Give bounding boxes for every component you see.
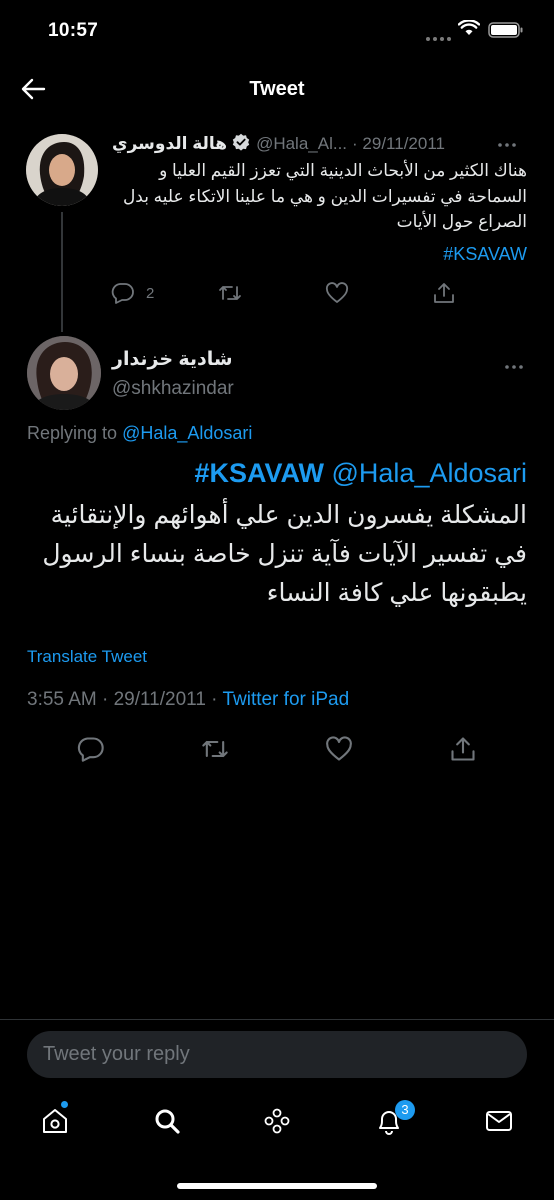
tweet-source-link[interactable]: Twitter for iPad xyxy=(222,689,349,710)
parent-tweet-text: هناك الكثير من الأبحاث الدينية التي تعزز… xyxy=(122,161,527,231)
home-notification-dot xyxy=(61,1101,68,1108)
handle[interactable]: @shkhazindar xyxy=(112,378,234,400)
tweet-meta: 3:55 AM · 29/11/2011 · Twitter for iPad xyxy=(27,689,350,710)
more-options-icon[interactable] xyxy=(504,358,524,376)
spaces-icon[interactable] xyxy=(262,1106,292,1141)
reply-placeholder[interactable]: Tweet your reply xyxy=(43,1043,190,1066)
retweet-icon[interactable] xyxy=(201,736,229,767)
home-indicator xyxy=(177,1183,377,1189)
search-icon[interactable] xyxy=(152,1106,182,1141)
avatar[interactable] xyxy=(26,134,98,206)
divider xyxy=(0,1019,554,1020)
replying-prefix: Replying to xyxy=(27,423,118,443)
like-icon[interactable] xyxy=(325,282,349,309)
thread-line xyxy=(61,212,63,332)
tweet-time: 3:55 AM xyxy=(27,689,97,710)
hashtag-link[interactable]: #KSAVAW xyxy=(194,458,324,488)
status-time: 10:57 xyxy=(48,20,99,41)
more-options-icon[interactable] xyxy=(497,136,517,154)
display-name[interactable]: شادية خزندار xyxy=(112,348,233,371)
signal-dots-icon xyxy=(426,28,454,46)
reply-count: 2 xyxy=(146,285,155,302)
battery-icon xyxy=(488,22,524,43)
tweet-date: 29/11/2011 xyxy=(113,689,206,710)
reply-icon[interactable] xyxy=(77,736,105,767)
share-icon[interactable] xyxy=(449,736,477,767)
parent-date: · 29/11/2011 xyxy=(352,134,445,153)
parent-handle[interactable]: @Hala_Al... xyxy=(256,134,347,154)
replying-to-link[interactable]: @Hala_Aldosari xyxy=(122,423,252,443)
parent-display-name[interactable]: هالة الدوسري xyxy=(112,134,227,154)
translate-tweet-link[interactable]: Translate Tweet xyxy=(27,647,147,667)
replying-to: Replying to @Hala_Aldosari xyxy=(27,423,252,444)
mention-link[interactable]: @Hala_Aldosari xyxy=(332,458,528,488)
retweet-icon[interactable] xyxy=(218,282,242,309)
reply-icon[interactable] xyxy=(111,282,135,309)
home-icon[interactable] xyxy=(40,1106,70,1141)
wifi-icon xyxy=(457,19,481,41)
verified-icon xyxy=(232,133,250,156)
page-title: Tweet xyxy=(249,78,305,100)
avatar[interactable] xyxy=(27,336,101,410)
like-icon[interactable] xyxy=(325,736,353,767)
share-icon[interactable] xyxy=(432,282,456,309)
parent-tweet-header: هالة الدوسري @Hala_Al... · 29/11/2011 xyxy=(112,132,512,156)
parent-hashtag[interactable]: #KSAVAW xyxy=(112,244,527,265)
notifications-badge: 3 xyxy=(395,1100,415,1120)
tweet-first-line: #KSAVAW @Hala_Aldosari xyxy=(27,458,527,489)
messages-icon[interactable] xyxy=(484,1106,514,1141)
tweet-body: المشكلة يفسرون الدين علي أهوائهم والإنتق… xyxy=(42,501,527,607)
